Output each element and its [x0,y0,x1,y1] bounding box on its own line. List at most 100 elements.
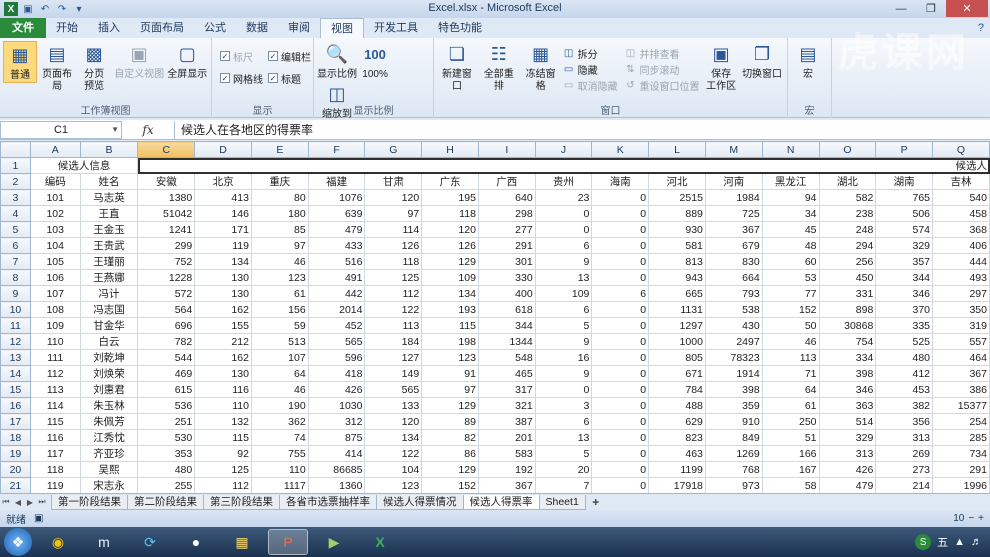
data-cell[interactable]: 122 [364,445,423,462]
data-cell[interactable]: 212 [194,333,252,350]
browser-icon[interactable]: ⟳ [130,529,170,555]
sheet-tab[interactable]: 候选人得票率 [462,494,540,510]
header-cell[interactable]: 湖南 [875,173,934,190]
data-cell[interactable]: 134 [364,429,423,446]
data-cell[interactable]: 269 [875,445,934,462]
data-cell[interactable]: 190 [250,397,309,414]
excel-icon[interactable]: X [360,529,400,555]
data-cell[interactable]: 0 [591,205,650,222]
data-cell[interactable]: 910 [704,413,763,430]
column-header-m[interactable]: M [704,141,763,158]
data-cell[interactable]: 752 [137,253,196,270]
last-sheet-icon[interactable]: ⏭ [36,496,48,509]
data-cell[interactable]: 115 [29,413,81,430]
data-cell[interactable]: 2497 [704,333,763,350]
header-cell[interactable]: 河南 [704,173,763,190]
data-cell[interactable]: 101 [29,189,81,206]
data-cell[interactable]: 679 [704,237,763,254]
header-cell[interactable]: 广西 [477,173,536,190]
data-cell[interactable]: 152 [761,301,820,318]
sheet-tab[interactable]: 第二阶段结果 [127,494,204,510]
data-cell[interactable]: 0 [591,445,650,462]
data-cell[interactable]: 34 [761,205,820,222]
page-layout-button[interactable]: ▤ 页面布局 [40,41,74,93]
data-cell[interactable]: 1380 [137,189,196,206]
data-cell[interactable]: 马志英 [79,189,139,206]
column-header-h[interactable]: H [421,141,479,158]
data-cell[interactable]: 359 [704,397,763,414]
zoom-out-icon[interactable]: − [968,513,974,524]
data-cell[interactable]: 1030 [307,397,366,414]
data-cell[interactable]: 133 [364,397,423,414]
data-cell[interactable]: 108 [29,301,81,318]
data-cell[interactable]: 80 [250,189,309,206]
data-cell[interactable]: 823 [648,429,706,446]
data-cell[interactable]: 114 [29,397,81,414]
data-cell[interactable]: 17918 [648,477,706,493]
header-cell[interactable]: 吉林 [932,173,990,190]
data-cell[interactable]: 125 [194,461,252,478]
data-cell[interactable]: 530 [137,429,196,446]
row-header[interactable]: 8 [0,269,31,286]
header-cell[interactable]: 北京 [194,173,252,190]
row-header[interactable]: 1 [0,157,31,174]
data-cell[interactable]: 71 [761,365,820,382]
data-cell[interactable]: 480 [875,349,934,366]
data-cell[interactable]: 943 [648,269,706,286]
data-cell[interactable]: 548 [477,349,536,366]
data-cell[interactable]: 768 [704,461,763,478]
data-cell[interactable]: 193 [421,301,479,318]
data-cell[interactable]: 398 [818,365,877,382]
macro-button[interactable]: ▤ 宏 [791,41,825,81]
data-cell[interactable]: 356 [875,413,934,430]
column-header-b[interactable]: B [79,141,139,158]
data-cell[interactable]: 782 [137,333,196,350]
tab-file[interactable]: 文件 [0,18,46,38]
start-icon[interactable]: ❖ [4,528,32,556]
row-header[interactable]: 3 [0,189,31,206]
data-cell[interactable]: 110 [250,461,309,478]
data-cell[interactable]: 6 [534,301,593,318]
data-cell[interactable]: 2515 [648,189,706,206]
data-cell[interactable]: 61 [761,397,820,414]
data-cell[interactable]: 582 [818,189,877,206]
data-cell[interactable]: 王瑾丽 [79,253,139,270]
data-cell[interactable]: 53 [761,269,820,286]
data-cell[interactable]: 400 [477,285,536,302]
data-cell[interactable]: 155 [194,317,252,334]
media-icon[interactable]: ▶ [314,529,354,555]
minimize-icon[interactable]: — [886,0,916,17]
maxthon-icon[interactable]: m [84,529,124,555]
data-cell[interactable]: 255 [137,477,196,493]
data-cell[interactable]: 889 [648,205,706,222]
data-cell[interactable]: 王燕娜 [79,269,139,286]
data-cell[interactable]: 0 [591,221,650,238]
sheet-tab[interactable]: 各省市选票抽样率 [279,494,377,510]
data-cell[interactable]: 312 [307,413,366,430]
data-cell[interactable]: 51 [761,429,820,446]
name-box[interactable]: C1 ▼ [0,120,122,139]
insert-function-icon[interactable]: fx [122,123,174,137]
tray-text[interactable]: 五 [937,534,948,550]
row-header[interactable]: 16 [0,397,31,414]
data-cell[interactable]: 吴熙 [79,461,139,478]
data-cell[interactable]: 458 [932,205,990,222]
data-cell[interactable]: 1000 [648,333,706,350]
data-cell[interactable]: 418 [307,365,366,382]
data-cell[interactable]: 544 [137,349,196,366]
data-cell[interactable]: 362 [250,413,309,430]
data-cell[interactable]: 112 [29,365,81,382]
data-cell[interactable]: 442 [307,285,366,302]
data-cell[interactable]: 344 [875,269,934,286]
data-cell[interactable]: 334 [818,349,877,366]
data-cell[interactable]: 367 [704,221,763,238]
data-cell[interactable]: 368 [932,221,990,238]
row-header[interactable]: 4 [0,205,31,222]
data-cell[interactable]: 238 [818,205,877,222]
data-cell[interactable]: 665 [648,285,706,302]
column-header-c[interactable]: C [137,141,196,158]
data-cell[interactable]: 671 [648,365,706,382]
header-cell[interactable]: 湖北 [818,173,877,190]
data-cell[interactable]: 116 [29,429,81,446]
data-cell[interactable]: 0 [591,253,650,270]
